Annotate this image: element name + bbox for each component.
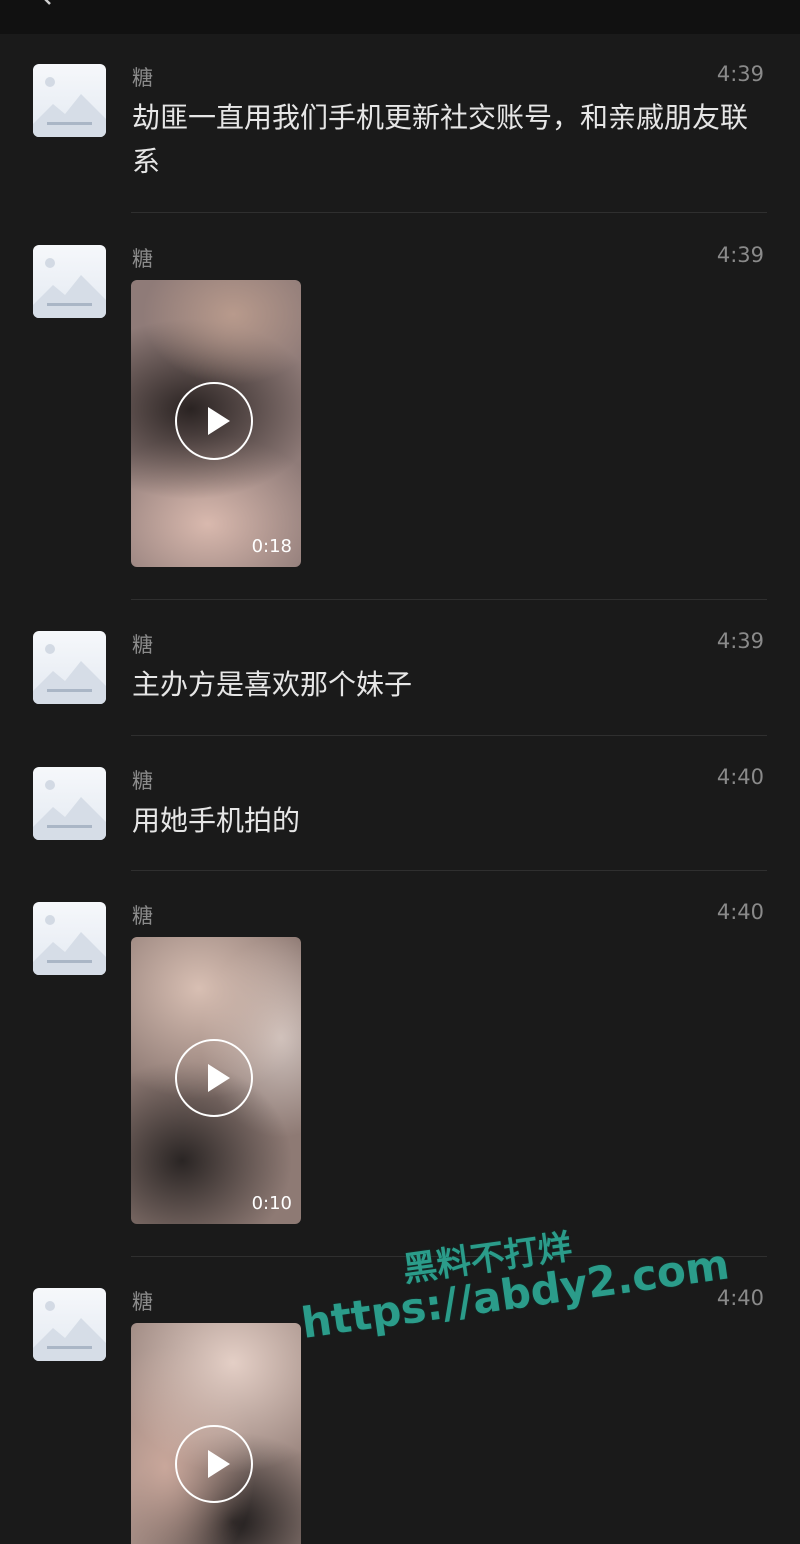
image-placeholder-icon [33,644,106,704]
message-time: 4:39 [716,62,764,86]
sender-name: 糖 [132,633,153,657]
divider [131,735,767,736]
image-placeholder-icon [33,258,106,318]
video-thumbnail[interactable]: 0:18 [131,280,301,567]
message-time: 4:40 [716,900,764,924]
image-placeholder-icon [33,915,106,975]
sender-name: 糖 [132,66,153,90]
video-thumbnail[interactable]: 0:10 [131,937,301,1224]
video-thumbnail[interactable] [131,1323,301,1544]
message-text: 劫匪一直用我们手机更新社交账号，和亲戚朋友联系 [132,101,749,178]
message-text: 主办方是喜欢那个妹子 [132,668,413,701]
watermark: 黑料不打烊 https://abdy2.com [290,1179,744,1369]
sender-name: 糖 [132,769,153,793]
play-icon[interactable] [175,382,253,460]
avatar[interactable] [33,1288,106,1361]
divider [131,212,767,213]
video-duration: 0:18 [251,536,292,557]
play-icon[interactable] [175,1039,253,1117]
avatar[interactable] [33,631,106,704]
avatar[interactable] [33,64,106,137]
image-placeholder-icon [33,1301,106,1361]
play-icon[interactable] [175,1425,253,1503]
divider [131,599,767,600]
sender-name: 糖 [132,904,153,928]
avatar[interactable] [33,902,106,975]
back-chevron-icon[interactable] [36,0,56,6]
avatar[interactable] [33,245,106,318]
top-bar [0,0,800,34]
image-placeholder-icon [33,77,106,137]
sender-name: 糖 [132,1290,153,1314]
message-time: 4:39 [716,629,764,653]
message-text: 用她手机拍的 [132,804,301,837]
sender-name: 糖 [132,247,153,271]
avatar[interactable] [33,767,106,840]
video-duration: 0:10 [251,1193,292,1214]
message-time: 4:39 [716,243,764,267]
image-placeholder-icon [33,780,106,840]
divider [131,870,767,871]
message-time: 4:40 [716,765,764,789]
